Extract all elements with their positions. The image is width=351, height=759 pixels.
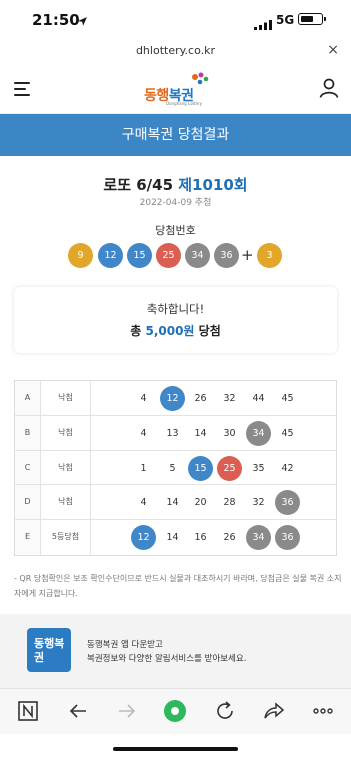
table-row: B 낙첨 4 13 14 30 34 45 [15, 415, 336, 451]
ticket-number: 42 [281, 462, 294, 474]
matched-number-ball: 12 [131, 525, 156, 551]
ticket-number: 16 [194, 532, 207, 544]
home-indicator[interactable] [113, 747, 238, 751]
row-result: 낙첨 [41, 381, 91, 415]
ticket-number: 45 [281, 393, 294, 404]
ticket-number: 30 [223, 427, 236, 439]
row-label: B [15, 415, 41, 450]
back-icon[interactable] [66, 699, 90, 723]
url-bar[interactable]: dhlottery.co.kr × [0, 40, 351, 62]
ticket-number: 35 [252, 462, 265, 474]
ticket-number: 32 [223, 393, 236, 404]
row-result: 낙첨 [41, 450, 91, 485]
row-result: 낙첨 [41, 415, 91, 450]
congrats-message: 축하합니다! [146, 302, 205, 316]
ticket-number: 13 [166, 427, 179, 439]
network-type: 5G [276, 13, 295, 27]
winning-number-ball: 25 [156, 243, 181, 268]
close-icon[interactable]: × [327, 42, 339, 58]
prize-total: 총 5,000원 당첨 [130, 324, 221, 338]
refresh-icon[interactable] [213, 699, 237, 723]
draw-date: 2022-04-09 추첨 [139, 198, 212, 208]
site-header: 동행복권 Donghang Lottery [0, 64, 351, 114]
ticket-number: 1 [140, 462, 147, 474]
bonus-plus: + [241, 246, 254, 264]
ticket-number: 4 [140, 427, 147, 439]
naver-icon[interactable] [16, 699, 40, 723]
ticket-number: 14 [166, 497, 179, 509]
notice-text: - QR 당첨확인은 보조 확인수단이므로 반드시 실물과 대조하시기 바라며,… [14, 574, 342, 598]
winning-number-ball: 15 [127, 243, 152, 268]
table-row: E 5등당첨 12 14 16 26 34 36 [15, 520, 336, 555]
ticket-number: 44 [252, 393, 265, 404]
hamburger-menu-icon[interactable] [14, 82, 30, 100]
ticket-results-table: A 낙첨 4 12 26 32 44 45 B 낙첨 4 13 14 30 34 45 C 낙첨 1 5 15 25 35 4… [14, 380, 337, 556]
ticket-number: 4 [140, 393, 147, 404]
table-row: C 낙첨 1 5 15 25 35 42 [15, 450, 336, 486]
draw-round: 제1010회 [178, 176, 248, 194]
ticket-number: 14 [194, 427, 207, 439]
ticket-number: 32 [252, 497, 265, 509]
row-label: D [15, 485, 41, 520]
matched-number-ball: 25 [217, 455, 242, 481]
status-bar: 21:50 5G [0, 0, 351, 40]
row-label: A [15, 381, 41, 415]
browser-toolbar [0, 688, 351, 734]
matched-number-ball: 15 [188, 455, 213, 481]
ticket-number: 5 [169, 462, 176, 474]
app-icon[interactable]: 동행복권 [27, 628, 71, 672]
winning-number-ball: 36 [214, 243, 239, 268]
url-text[interactable]: dhlottery.co.kr [0, 44, 351, 57]
promo-line-2: 복권정보와 다양한 알림서비스를 받아보세요. [87, 654, 247, 664]
battery-icon [298, 13, 326, 25]
matched-number-ball: 36 [275, 525, 300, 551]
ticket-number: 28 [223, 497, 236, 509]
forward-icon[interactable] [115, 699, 139, 723]
signal-icon [254, 15, 272, 34]
winning-number-ball: 9 [68, 243, 93, 268]
app-promo[interactable]: 동행복권 동행복권 앱 다운받고 복권정보와 다양한 알림서비스를 받아보세요. [0, 614, 351, 688]
prize-amount: 5,000원 [145, 324, 195, 338]
ticket-number: 14 [166, 532, 179, 544]
matched-number-ball: 34 [246, 525, 271, 551]
share-icon[interactable] [262, 699, 286, 723]
congrats-box: 축하합니다! 총 5,000원 당첨 [14, 287, 337, 353]
ticket-number: 26 [194, 393, 207, 404]
row-label: E [15, 520, 41, 555]
user-icon[interactable] [319, 78, 339, 98]
row-label: C [15, 450, 41, 485]
location-arrow-icon [77, 12, 88, 31]
table-row: A 낙첨 4 12 26 32 44 45 [15, 381, 336, 416]
promo-line-1: 동행복권 앱 다운받고 [87, 640, 163, 650]
home-icon[interactable] [163, 699, 187, 723]
more-icon[interactable] [311, 699, 335, 723]
ticket-number: 4 [140, 497, 147, 509]
ticket-number: 20 [194, 497, 207, 509]
winning-numbers-label: 당첨번호 [155, 224, 196, 237]
status-time: 21:50 [32, 11, 80, 29]
logo-subtext: Donghang Lottery [166, 101, 203, 106]
winning-number-ball: 12 [98, 243, 123, 268]
ticket-number: 45 [281, 427, 294, 439]
matched-number-ball: 12 [160, 386, 185, 411]
draw-title: 로또 6/45 제1010회 [103, 176, 248, 194]
bonus-number-ball: 3 [257, 243, 282, 268]
page-title: 구매복권 당첨결과 [0, 114, 351, 156]
ticket-number: 26 [223, 532, 236, 544]
row-result: 5등당첨 [41, 520, 91, 555]
table-row: D 낙첨 4 14 20 28 32 36 [15, 485, 336, 521]
row-result: 낙첨 [41, 485, 91, 520]
winning-number-ball: 34 [185, 243, 210, 268]
matched-number-ball: 36 [275, 490, 300, 516]
site-logo[interactable]: 동행복권 Donghang Lottery [144, 72, 214, 106]
matched-number-ball: 34 [246, 420, 271, 446]
